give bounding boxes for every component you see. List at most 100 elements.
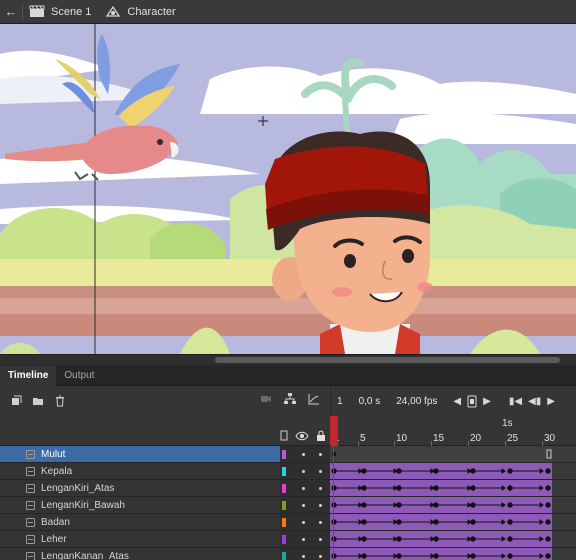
frame-rate-field[interactable]: 24,00 fps [396,396,437,407]
tween-markers [331,519,551,525]
new-layer-icon[interactable] [10,395,22,407]
edit-bar: ← Scene 1 Character [0,0,576,24]
playhead-line [333,446,334,560]
tab-timeline[interactable]: Timeline [0,366,57,386]
graph-icon[interactable] [308,393,320,405]
layer-tools [0,386,330,416]
visibility-dot[interactable] [302,504,305,507]
lock-dot[interactable] [319,538,322,541]
layer-row[interactable]: Mulut [0,446,576,463]
lock-dot[interactable] [319,555,322,558]
breadcrumb-symbol[interactable]: Character [105,5,176,18]
layer-frames[interactable] [330,514,576,530]
layer-name-cell[interactable]: Leher [0,531,280,547]
visibility-eye-icon[interactable] [295,431,309,441]
new-folder-icon[interactable] [32,395,44,407]
elapsed-time-field[interactable]: 0,0 s [359,396,381,407]
stage-artwork [0,24,576,354]
layer-icon [26,483,35,493]
visibility-dot[interactable] [302,521,305,524]
layer-icon [26,466,35,476]
layer-name: Mulut [41,448,66,460]
layer-name-cell[interactable]: Mulut [0,446,280,462]
separator [22,3,23,20]
stage-canvas[interactable] [0,24,576,354]
lock-dot[interactable] [319,470,322,473]
layer-frames[interactable] [330,497,576,513]
current-frame-field[interactable]: 1 [337,396,343,407]
lock-icon[interactable] [316,430,326,441]
visibility-dot[interactable] [302,538,305,541]
tween-markers [331,536,551,542]
layer-icon [26,534,35,544]
visibility-dot[interactable] [302,487,305,490]
layer-parenting-icon[interactable] [284,393,296,405]
playback-controls: 1 0,0 s 24,00 fps ◀ ▶ ▮◀ ◀▮ ▶ [330,386,576,416]
layer-row[interactable]: LenganKiri_Atas [0,480,576,497]
tween-markers [331,468,551,474]
panel-tabs: Timeline Output [0,366,576,386]
layer-row[interactable]: LenganKanan_Atas [0,548,576,560]
lock-dot[interactable] [319,453,322,456]
layer-row[interactable]: Kepala [0,463,576,480]
layer-row[interactable]: Leher [0,531,576,548]
scene-clapper-icon [29,5,45,17]
layer-name-cell[interactable]: LenganKiri_Atas [0,480,280,496]
layer-frames[interactable] [330,548,576,560]
layer-name-cell[interactable]: LenganKanan_Atas [0,548,280,560]
layer-frames[interactable] [330,446,576,462]
visibility-dot[interactable] [302,555,305,558]
layer-icon [26,551,35,560]
lock-dot[interactable] [319,504,322,507]
layer-icon [26,517,35,527]
layer-color-swatch[interactable] [282,501,286,510]
previous-frame-icon[interactable]: ◀▮ [528,396,541,407]
layer-name-cell[interactable]: LenganKiri_Bawah [0,497,280,513]
timeline-toolbar: 1 0,0 s 24,00 fps ◀ ▶ ▮◀ ◀▮ ▶ [0,386,576,416]
go-to-first-icon[interactable]: ▮◀ [509,396,522,407]
ruler-frame-number: 20 [470,433,482,444]
layer-color-swatch[interactable] [282,450,286,459]
layer-row[interactable]: Badan [0,514,576,531]
layer-color-swatch[interactable] [282,552,286,560]
layer-color-swatch[interactable] [282,535,286,544]
ruler-frame-number: 15 [433,433,445,444]
visibility-dot[interactable] [302,453,305,456]
layer-icon [26,449,35,459]
onion-skin-icon[interactable] [467,395,477,408]
step-forward-icon[interactable]: ▶ [483,396,491,407]
play-icon[interactable]: ▶ [547,396,555,407]
layer-frames[interactable] [330,531,576,547]
layer-color-swatch[interactable] [282,484,286,493]
layer-icon [26,500,35,510]
layer-name: Badan [41,516,70,528]
layer-frames[interactable] [330,480,576,496]
ruler-frame-number: 30 [544,433,556,444]
layer-right-tools [260,393,320,405]
layer-name: Leher [41,533,67,545]
layer-color-swatch[interactable] [282,467,286,476]
scrollbar-thumb[interactable] [215,357,560,363]
layer-row[interactable]: LenganKiri_Bawah [0,497,576,514]
frame-ruler[interactable]: 1s 1 5 10 15 20 25 30 [330,416,576,446]
stage-horizontal-scrollbar[interactable] [0,354,576,364]
symbol-label: Character [127,5,176,18]
camera-icon[interactable] [260,393,272,405]
layer-frames[interactable] [330,463,576,479]
layer-name-cell[interactable]: Badan [0,514,280,530]
back-arrow-icon[interactable]: ← [0,0,22,24]
layer-color-swatch[interactable] [282,518,286,527]
visibility-dot[interactable] [302,470,305,473]
timeline-header: 1s 1 5 10 15 20 25 30 [0,416,576,446]
delete-trash-icon[interactable] [54,395,66,407]
layer-name-cell[interactable]: Kepala [0,463,280,479]
highlight-outline-icon[interactable] [280,430,288,441]
lock-dot[interactable] [319,487,322,490]
layer-name: LenganKiri_Bawah [41,499,125,511]
breadcrumb-scene[interactable]: Scene 1 [29,5,91,18]
layer-column-icons [280,430,326,441]
lock-dot[interactable] [319,521,322,524]
tab-output[interactable]: Output [56,366,102,386]
playhead-handle[interactable] [330,416,338,446]
step-back-icon[interactable]: ◀ [453,396,461,407]
